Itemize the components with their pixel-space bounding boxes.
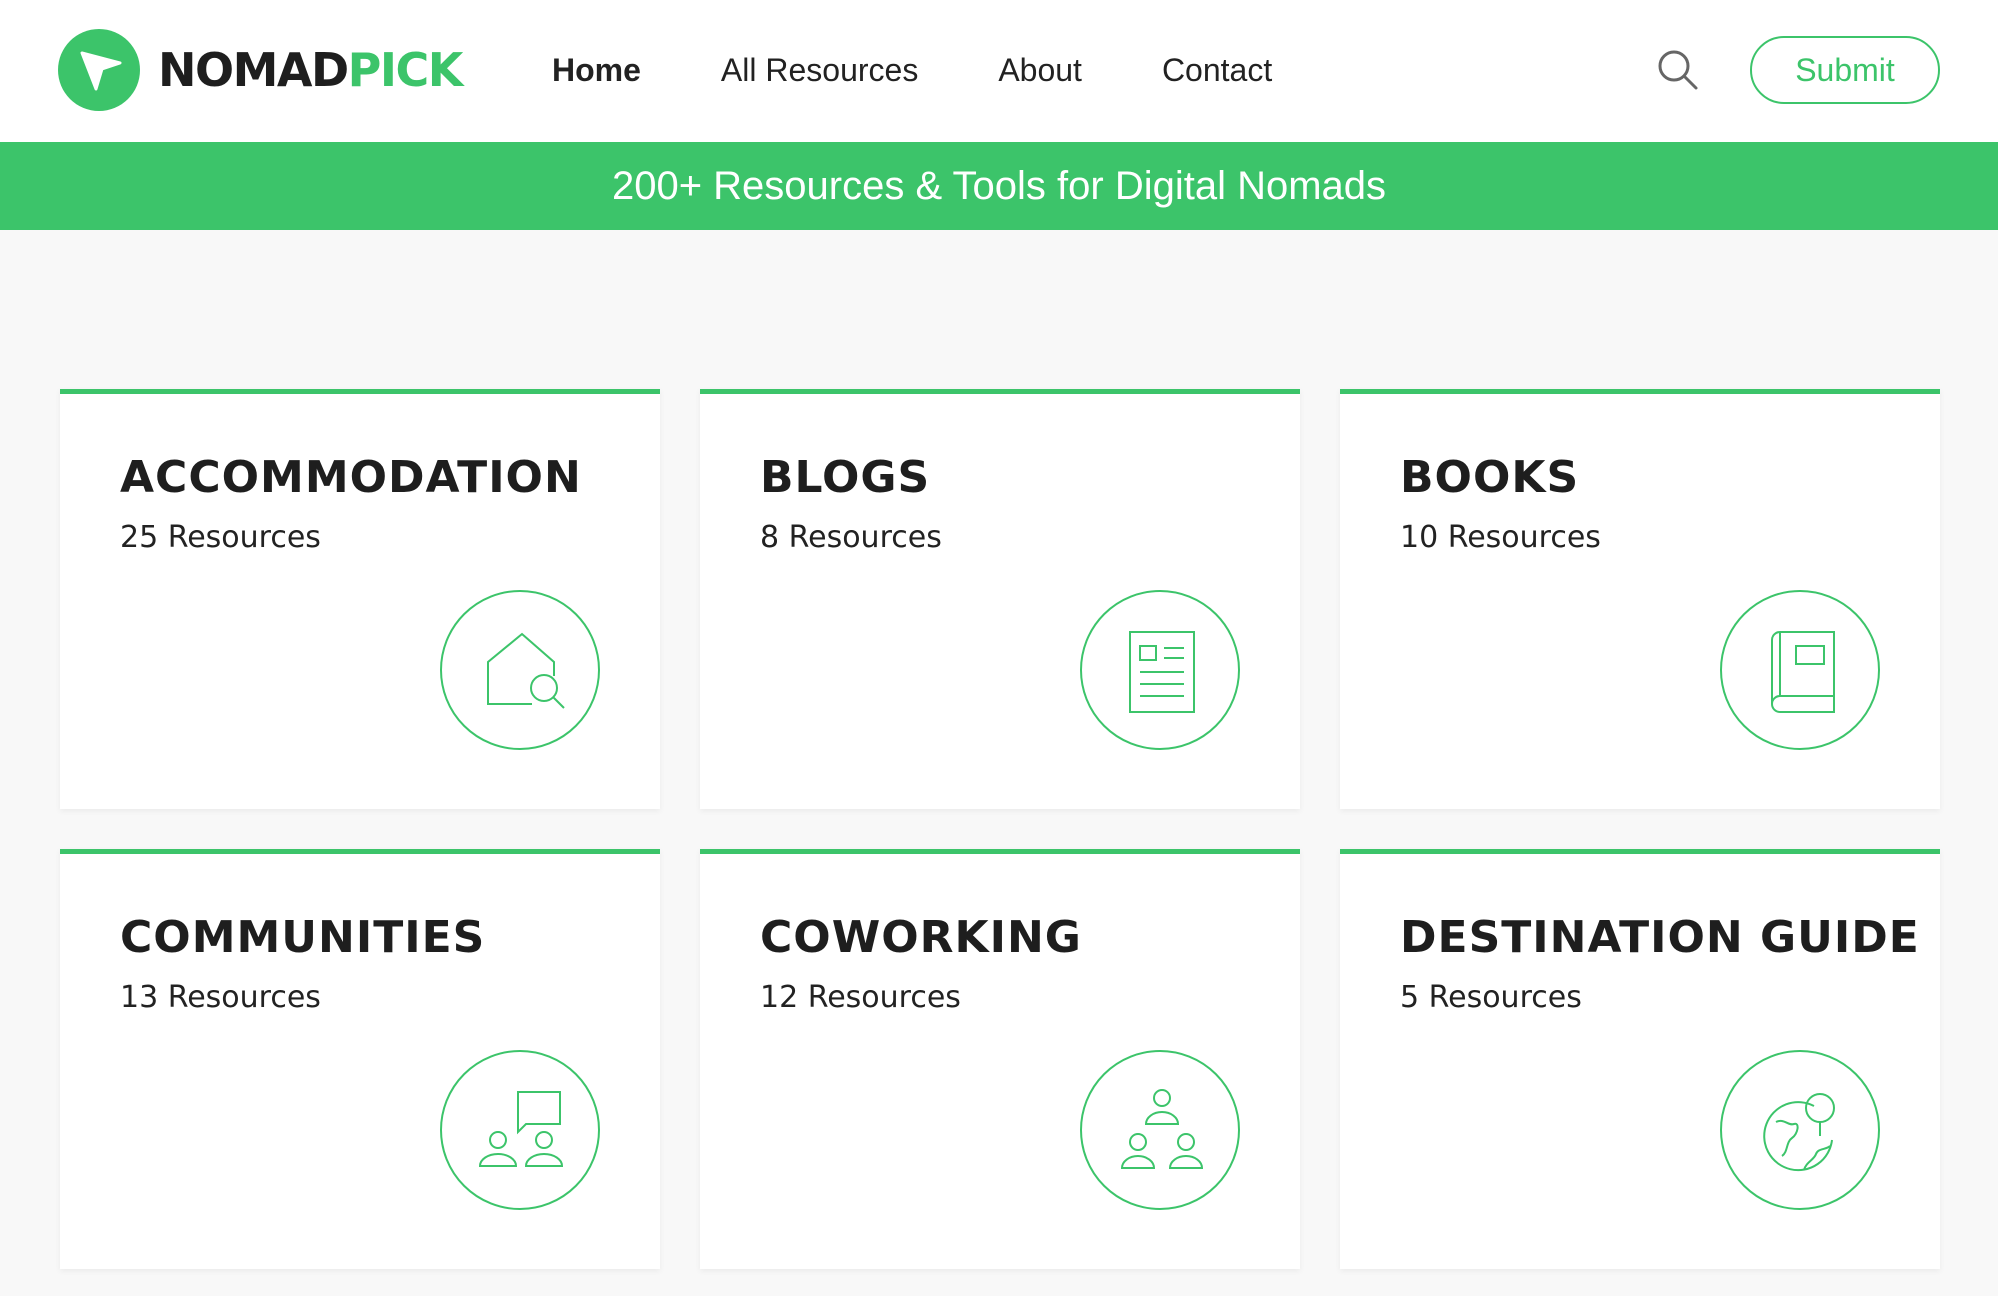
nav-contact[interactable]: Contact (1162, 52, 1272, 89)
community-chat-icon (440, 1050, 600, 1210)
site-header: NOMADPICK Home All Resources About Conta… (0, 0, 1998, 142)
nav-all-resources[interactable]: All Resources (721, 52, 918, 89)
globe-pin-icon (1720, 1050, 1880, 1210)
category-title: COMMUNITIES (120, 912, 486, 963)
house-search-icon (440, 590, 600, 750)
category-card-books[interactable]: BOOKS 10 Resources (1340, 389, 1940, 809)
category-title: DESTINATION GUIDE (1400, 912, 1920, 963)
main-nav: Home All Resources About Contact (552, 46, 1352, 94)
logo-text: NOMADPICK (158, 43, 464, 97)
category-count: 10 Resources (1400, 520, 1601, 555)
logo-word-pick: PICK (347, 43, 464, 97)
category-count: 13 Resources (120, 980, 321, 1015)
category-title: BLOGS (760, 452, 931, 503)
category-title: COWORKING (760, 912, 1082, 963)
search-icon[interactable] (1656, 48, 1700, 92)
category-card-blogs[interactable]: BLOGS 8 Resources (700, 389, 1300, 809)
submit-button[interactable]: Submit (1750, 36, 1940, 104)
category-count: 12 Resources (760, 980, 961, 1015)
category-title: ACCOMMODATION (120, 452, 582, 503)
category-count: 8 Resources (760, 520, 942, 555)
category-card-accommodation[interactable]: ACCOMMODATION 25 Resources (60, 389, 660, 809)
logo-arrow-icon (58, 29, 140, 111)
book-icon (1720, 590, 1880, 750)
category-title: BOOKS (1400, 452, 1580, 503)
logo[interactable]: NOMADPICK (58, 29, 464, 111)
article-icon (1080, 590, 1240, 750)
category-card-coworking[interactable]: COWORKING 12 Resources (700, 849, 1300, 1269)
nav-home[interactable]: Home (552, 52, 641, 89)
category-count: 25 Resources (120, 520, 321, 555)
banner-text: 200+ Resources & Tools for Digital Nomad… (611, 163, 1387, 208)
category-card-destination-guide[interactable]: DESTINATION GUIDE 5 Resources (1340, 849, 1940, 1269)
team-icon (1080, 1050, 1240, 1210)
category-count: 5 Resources (1400, 980, 1582, 1015)
category-card-communities[interactable]: COMMUNITIES 13 Resources (60, 849, 660, 1269)
hero-banner: 200+ Resources & Tools for Digital Nomad… (0, 142, 1998, 230)
logo-word-nomad: NOMAD (158, 43, 349, 97)
nav-about[interactable]: About (998, 52, 1082, 89)
